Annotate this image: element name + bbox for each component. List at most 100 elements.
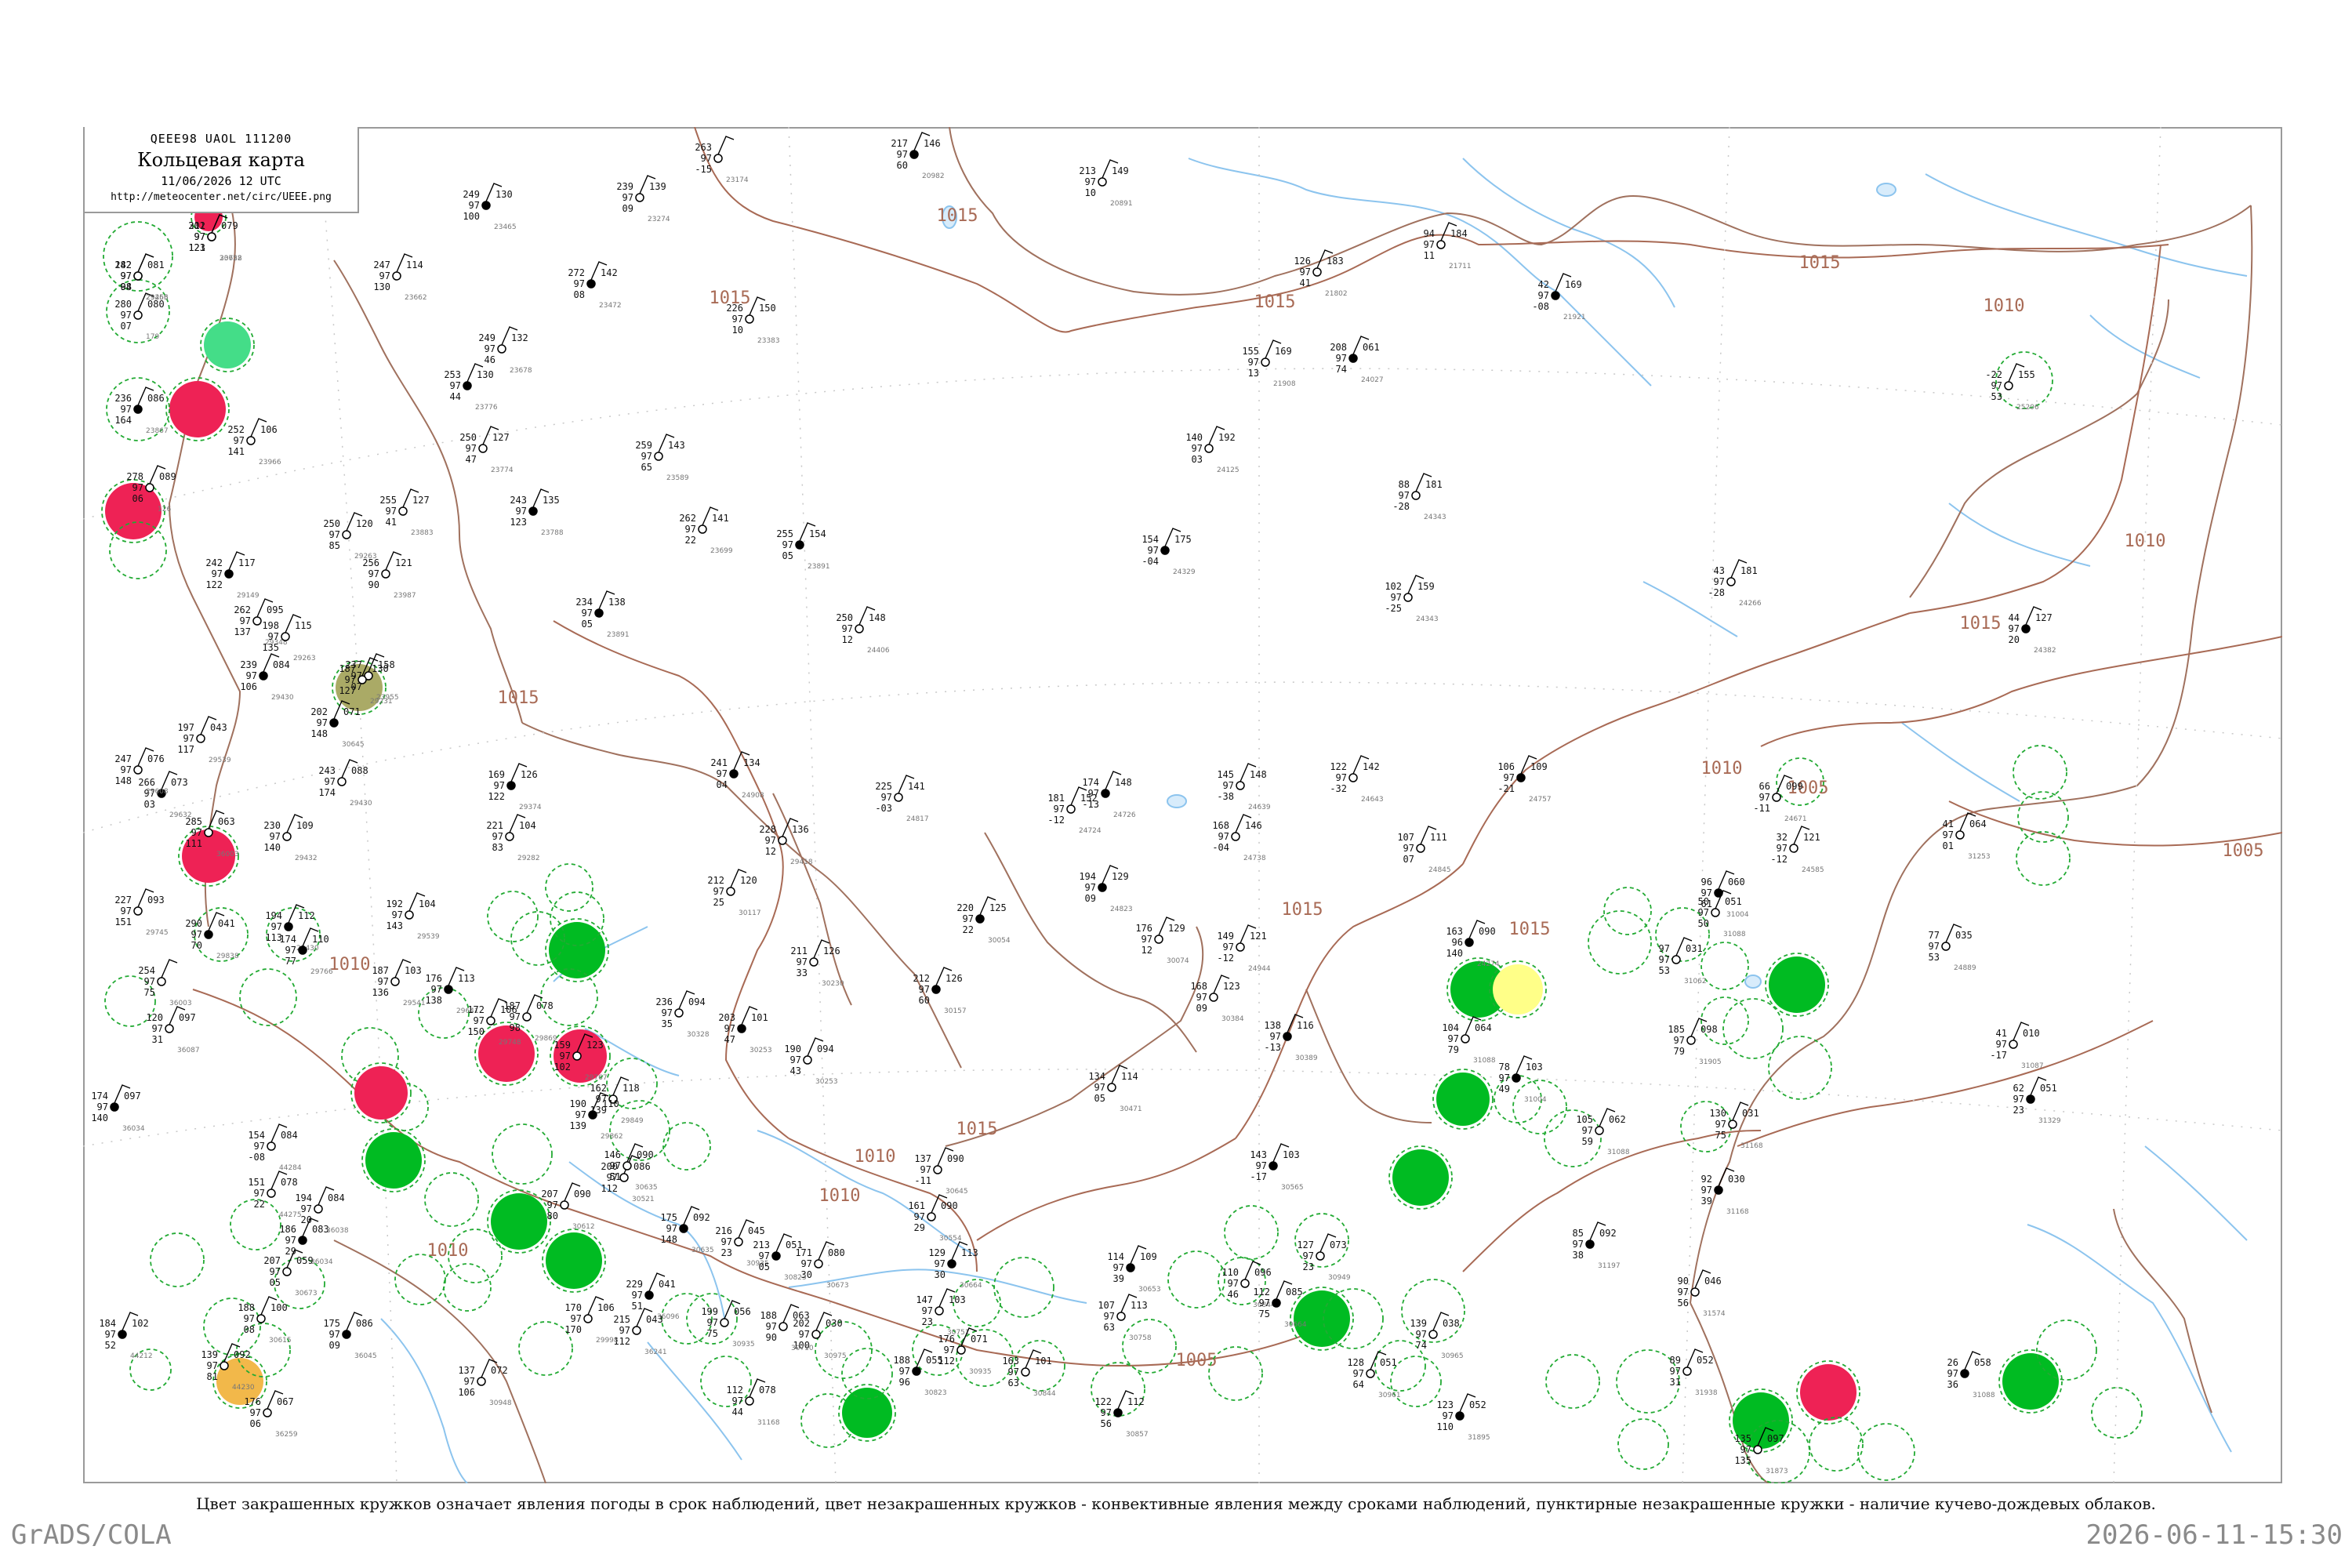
station-plot[interactable]: 259 143 9765 23589 bbox=[635, 434, 689, 482]
station-plot[interactable]: 250 127 9747 23774 bbox=[459, 426, 514, 474]
station-plot[interactable]: 85 092 9738 31197 bbox=[1573, 1221, 1621, 1270]
station-plot[interactable]: 41 010 97-17 31087 bbox=[1990, 1022, 2044, 1070]
station-plot[interactable]: 176 129 9712 30074 bbox=[1135, 916, 1189, 965]
station-plot[interactable]: 77 035 9753 24889 bbox=[1929, 924, 1976, 972]
station-plot[interactable]: 199 056 9775 30935 bbox=[701, 1300, 755, 1348]
station-plot[interactable]: 32 121 97-12 24585 bbox=[1770, 826, 1824, 874]
station-plot[interactable]: 41 064 9701 31253 bbox=[1943, 812, 1991, 861]
station-plot[interactable]: 239 139 9709 23274 bbox=[616, 175, 670, 223]
station-plot[interactable]: 107 111 9707 24845 bbox=[1397, 826, 1451, 874]
station-plot[interactable]: 262 141 9722 23699 bbox=[679, 506, 733, 555]
station-plot[interactable]: 128 051 9764 30961 bbox=[1347, 1351, 1401, 1399]
station-plot[interactable]: 104 064 9779 31088 bbox=[1442, 1016, 1496, 1065]
station-plot[interactable]: 243 135 97123 23788 bbox=[510, 488, 564, 537]
station-plot[interactable]: 262 0959713729348 bbox=[234, 598, 288, 647]
station-plot[interactable]: 102 159 97-25 24343 bbox=[1385, 575, 1439, 623]
station-plot[interactable]: 149 121 97-12 24944 bbox=[1217, 924, 1271, 973]
station-plot[interactable]: 130 031 9775 31168 bbox=[1709, 1102, 1763, 1150]
station-plot[interactable]: 290 041 9770 29838 bbox=[185, 912, 239, 960]
station-plot[interactable]: 225 141 97-03 24817 bbox=[875, 775, 929, 823]
station-plot[interactable]: 163 090 96140 24274 bbox=[1446, 920, 1500, 968]
station-plot[interactable]: 92 030 9739 31168 bbox=[1701, 1167, 1749, 1216]
station-plot[interactable]: 154 084 97-08 44284 bbox=[248, 1123, 302, 1172]
station-plot[interactable]: 90 046 9756 31574 bbox=[1678, 1269, 1726, 1318]
station-plot[interactable]: 207 059970530673 bbox=[263, 1249, 318, 1298]
station-plot[interactable]: 239 084 97106 29430 bbox=[240, 653, 294, 702]
station-plot[interactable]: 217 146 9760 20982 bbox=[891, 132, 945, 180]
station-plot[interactable]: 88 181 97-28 24343 bbox=[1392, 473, 1446, 521]
station-plot[interactable]: 221 104 9783 29282 bbox=[486, 814, 540, 862]
station-plot[interactable]: 89 052 9731 31938 bbox=[1670, 1348, 1718, 1397]
station-plot[interactable]: 185 098 9779 31905 bbox=[1668, 1018, 1722, 1066]
station-plot[interactable]: 252 106 97141 23966 bbox=[227, 418, 281, 466]
station-plot[interactable]: 202 071 97148 30645 bbox=[310, 700, 365, 749]
station-plot[interactable]: 208 061 9774 24027 bbox=[1330, 336, 1384, 384]
station-plot[interactable]: 122 142 97-32 24643 bbox=[1330, 755, 1384, 804]
station-plot[interactable]: 112 078 9744 31168 bbox=[726, 1378, 780, 1427]
station-plot[interactable]: 243 088 97174 29430 bbox=[318, 759, 372, 808]
station-plot[interactable]: 212 126 9760 30157 bbox=[913, 967, 967, 1015]
station-plot[interactable]: 253 130 9744 23776 bbox=[444, 363, 498, 412]
station-plot[interactable]: 174 110 9777 29766 bbox=[279, 927, 333, 976]
station-plot[interactable]: 151 078 9722 44275 bbox=[248, 1171, 302, 1219]
station-plot[interactable]: 174 097 97140 36034 bbox=[91, 1084, 145, 1133]
station-plot[interactable]: 190 094 9743 30253 bbox=[784, 1037, 838, 1086]
station-plot[interactable]: 169 126 97122 29374 bbox=[488, 763, 542, 811]
station-plot[interactable]: 226 150 9710 23383 bbox=[726, 296, 780, 345]
station-plot[interactable]: 234 138 9705 23891 bbox=[575, 590, 630, 639]
station-plot[interactable]: 241 134 9704 24908 bbox=[710, 751, 764, 800]
station-plot[interactable]: 2549775 36003 bbox=[138, 959, 192, 1007]
station-plot[interactable]: 123 052 97110 31895 bbox=[1436, 1393, 1490, 1442]
station-plot[interactable]: 106 109 97-21 24757 bbox=[1497, 755, 1552, 804]
station-plot[interactable]: 228 136 9712 29418 bbox=[759, 818, 813, 866]
station-plot[interactable]: 250 120978529263 bbox=[323, 512, 377, 561]
station-plot[interactable]: 66 099 97-11 24671 bbox=[1753, 775, 1807, 823]
station-plot[interactable]: 137 072 97106 30948 bbox=[458, 1359, 512, 1407]
station-plot[interactable]: 26 058 9736 31088 bbox=[1947, 1351, 1995, 1399]
station-plot[interactable]: 154 175 97-04 24329 bbox=[1142, 528, 1196, 576]
station-plot[interactable]: 62 051 9723 31329 bbox=[2013, 1076, 2061, 1125]
station-plot[interactable]: 250 148 9712 24406 bbox=[836, 606, 890, 655]
station-plot[interactable]: 170 106 97170 29998 bbox=[564, 1296, 619, 1345]
station-plot[interactable]: 192 104 97143 29539 bbox=[386, 892, 440, 941]
station-plot[interactable]: 176 067 9706 36259 bbox=[244, 1390, 298, 1439]
station-plot[interactable]: 174 148 97-13 24726 bbox=[1082, 771, 1136, 819]
station-plot[interactable]: 249 132 9746 23678 bbox=[478, 326, 532, 375]
station-plot[interactable]: 194 129 9709 24823 bbox=[1079, 865, 1133, 913]
station-plot[interactable]: 120 097 9731 36087 bbox=[146, 1006, 200, 1054]
station-plot[interactable]: 114 109 9739 30653 bbox=[1107, 1245, 1161, 1294]
station-plot[interactable]: 127 073 9723 30949 bbox=[1297, 1233, 1351, 1282]
station-plot[interactable]: 44 127 9720 24382 bbox=[2009, 606, 2056, 655]
station-plot[interactable]: 242 117 97122 29149 bbox=[205, 551, 260, 600]
station-plot[interactable]: 155 169 9713 21908 bbox=[1242, 339, 1296, 388]
station-plot[interactable]: 188 100 9708 30615 bbox=[238, 1296, 292, 1345]
station-plot[interactable]: 175 092 97148 30635 bbox=[660, 1206, 714, 1254]
station-plot[interactable]: 255 154 9705 23891 bbox=[776, 522, 830, 571]
station-plot[interactable]: 161 090 9729 30554 bbox=[908, 1194, 962, 1243]
station-plot[interactable]: 220 125 9722 30054 bbox=[956, 896, 1011, 945]
station-plot[interactable]: 139 038 9774 30965 bbox=[1410, 1312, 1464, 1360]
station-plot[interactable]: 137 090 97-11 30645 bbox=[914, 1147, 968, 1196]
station-plot[interactable]: 236 094 9735 30328 bbox=[655, 990, 710, 1039]
station-plot[interactable]: 140 192 9703 24125 bbox=[1185, 426, 1240, 474]
station-plot[interactable]: 272 142 9708 23472 bbox=[568, 261, 622, 310]
station-plot[interactable]: 42 169 97-08 21921 bbox=[1532, 273, 1586, 321]
station-plot[interactable]: 143 103 97-17 30565 bbox=[1250, 1143, 1304, 1192]
station-plot[interactable]: -22 155 9753 25206 bbox=[1985, 363, 2039, 412]
station-plot[interactable]: 230 109 97140 29432 bbox=[263, 814, 318, 862]
station-plot[interactable]: 212 120 9725 30117 bbox=[707, 869, 761, 917]
station-plot[interactable]: 168 123 9709 30384 bbox=[1190, 975, 1244, 1023]
station-plot[interactable]: 168 146 97-04 24738 bbox=[1212, 814, 1266, 862]
station-plot[interactable]: 207 090 9780 30612 bbox=[541, 1182, 595, 1231]
station-plot[interactable]: 249 130 97100 23465 bbox=[463, 183, 517, 231]
station-plot[interactable]: 184 102 9752 44212 bbox=[99, 1312, 153, 1360]
station-plot[interactable]: 145 148 97-38 24639 bbox=[1217, 763, 1271, 811]
station-plot[interactable]: 134 114 9705 30471 bbox=[1088, 1065, 1142, 1113]
station-plot[interactable]: 138 116 97-13 30389 bbox=[1264, 1014, 1318, 1062]
station-plot[interactable]: 236 086 97164 23867 bbox=[114, 387, 169, 435]
station-plot[interactable]: 26397-15 23174 bbox=[695, 136, 749, 184]
station-plot[interactable]: 43 181 97-28 24266 bbox=[1708, 559, 1762, 608]
station-plot[interactable]: 105 062 9759 31088 bbox=[1576, 1108, 1630, 1156]
station-plot[interactable]: 78 103 9749 31004 bbox=[1499, 1055, 1547, 1104]
station-plot[interactable]: 247 076 97148 29608 bbox=[114, 747, 169, 796]
